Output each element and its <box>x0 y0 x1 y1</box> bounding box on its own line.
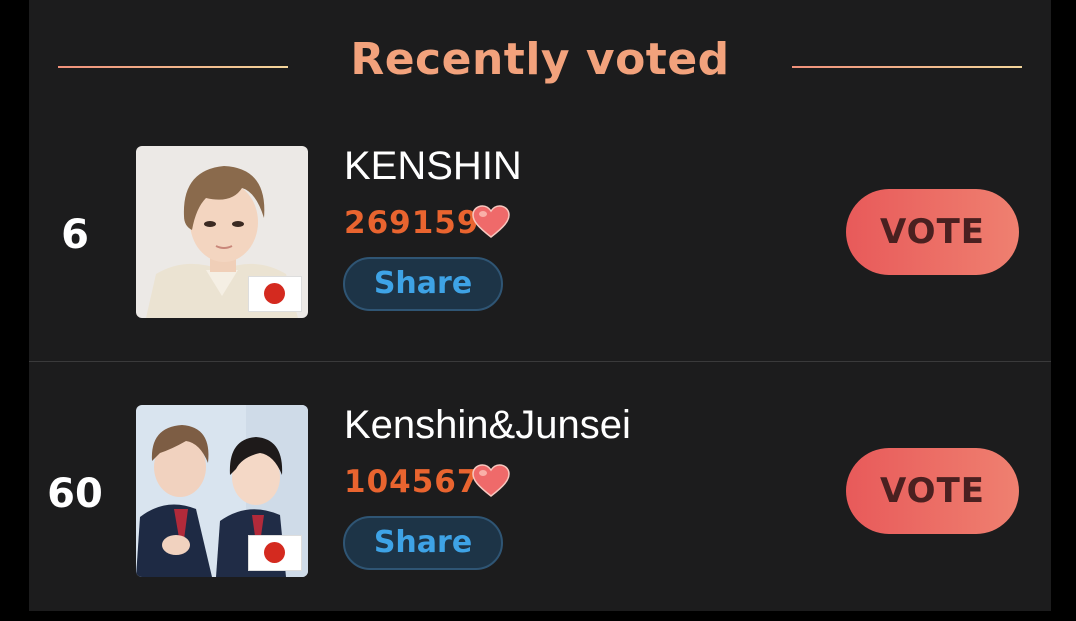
recently-voted-panel: Recently voted 6 KENSHIN 269159 Share VO… <box>29 0 1051 611</box>
rank-number: 6 <box>61 212 89 258</box>
vote-button[interactable]: VOTE <box>846 448 1019 534</box>
heart-icon <box>472 205 510 238</box>
vote-button[interactable]: VOTE <box>846 189 1019 275</box>
heart-icon <box>472 464 510 497</box>
candidate-name: KENSHIN <box>344 144 522 188</box>
vote-count: 104567 <box>344 464 480 500</box>
header-divider-right <box>792 66 1022 68</box>
japan-flag-icon <box>248 535 302 571</box>
flag-circle <box>264 283 285 304</box>
section-title: Recently voted <box>350 34 730 85</box>
candidate-name: Kenshin&Junsei <box>344 403 631 447</box>
share-button[interactable]: Share <box>343 516 503 570</box>
share-button[interactable]: Share <box>343 257 503 311</box>
row-divider <box>29 361 1051 362</box>
profile-photo[interactable] <box>136 405 308 577</box>
flag-circle <box>264 542 285 563</box>
rank-number: 60 <box>47 471 103 517</box>
vote-count: 269159 <box>344 205 480 241</box>
japan-flag-icon <box>248 276 302 312</box>
profile-photo[interactable] <box>136 146 308 318</box>
list-item: 6 KENSHIN 269159 Share VOTE <box>29 112 1051 362</box>
list-item: 60 Kenshin&Junsei 104567 Share VOTE <box>29 371 1051 621</box>
